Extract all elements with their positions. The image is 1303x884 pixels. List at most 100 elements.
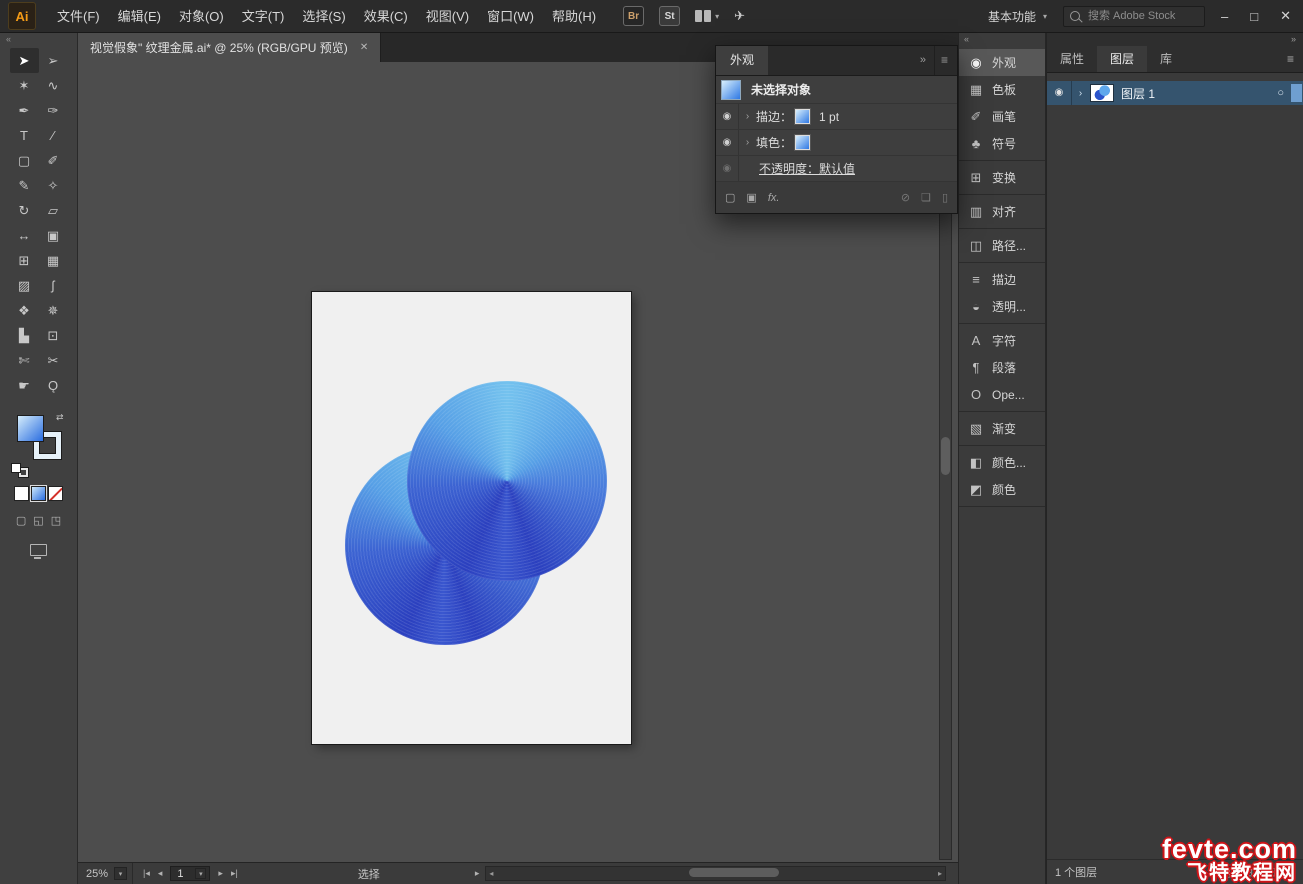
appearance-tab[interactable]: 外观	[716, 46, 768, 75]
expand-layer-icon[interactable]: ›	[1072, 88, 1089, 99]
bridge-icon[interactable]: Br	[623, 6, 644, 26]
column-graph-tool[interactable]: ▙	[10, 323, 39, 348]
menu-view[interactable]: 视图(V)	[417, 0, 478, 33]
default-fill-stroke-icon[interactable]	[12, 464, 28, 477]
horizontal-scroll-thumb[interactable]	[689, 868, 779, 877]
panel-strip-item-swatches[interactable]: ▦ 色板	[959, 76, 1045, 103]
opacity-eye-icon[interactable]: ◉	[716, 156, 739, 181]
lasso-tool[interactable]: ∿	[39, 73, 68, 98]
screen-mode-button[interactable]	[0, 543, 77, 561]
search-input[interactable]	[1086, 9, 1198, 23]
panel-menu-icon[interactable]: ≡	[934, 46, 957, 75]
panel-strip-item-symbols[interactable]: ♣ 符号	[959, 130, 1045, 157]
panel-menu-icon[interactable]: ≡	[1278, 46, 1303, 72]
horizontal-scrollbar[interactable]: ◂ ▸	[485, 866, 946, 881]
panel-strip-item-pathfinder[interactable]: ◫ 路径...	[959, 232, 1045, 259]
circle-shape-upper[interactable]	[407, 381, 607, 581]
panel-collapse-icon[interactable]: »	[915, 46, 931, 75]
add-fill-icon[interactable]: ▣	[746, 191, 756, 204]
perspective-grid-tool[interactable]: ⊞	[10, 248, 39, 273]
add-stroke-icon[interactable]: ▢	[725, 191, 735, 204]
fill-row[interactable]: ◉ › 填色：	[716, 130, 957, 156]
none-button[interactable]	[49, 487, 62, 500]
panel-strip-item-character[interactable]: A 字符	[959, 327, 1045, 354]
share-icon[interactable]: ✈	[734, 8, 745, 24]
fill-disclosure-icon[interactable]: ›	[739, 137, 756, 148]
fill-stroke-control[interactable]: ⇄	[16, 414, 62, 460]
opacity-row[interactable]: ◉ 不透明度：默认值	[716, 156, 957, 182]
visibility-eye-icon[interactable]: ◉	[1047, 81, 1072, 105]
slice-tool[interactable]: ✄	[10, 348, 39, 373]
panel-strip-item-paragraph[interactable]: ¶ 段落	[959, 354, 1045, 381]
panel-strip-item-brushes[interactable]: ✐ 画笔	[959, 103, 1045, 130]
scissors-tool[interactable]: ✂	[39, 348, 68, 373]
menu-edit[interactable]: 编辑(E)	[109, 0, 170, 33]
zoom-tool[interactable]: Ǫ	[39, 373, 68, 398]
next-artboard-button[interactable]: ▸	[218, 868, 223, 879]
tab-close-icon[interactable]: ✕	[360, 42, 368, 53]
panel-strip-item-appearance[interactable]: ◉ 外观	[959, 49, 1045, 76]
menu-type[interactable]: 文字(T)	[233, 0, 294, 33]
stroke-label[interactable]: 描边：	[756, 108, 792, 125]
layer-target-icon[interactable]: ○	[1277, 87, 1284, 99]
tab-properties[interactable]: 属性	[1047, 46, 1097, 72]
paintbrush-tool[interactable]: ✐	[39, 148, 68, 173]
line-segment-tool[interactable]: ∕	[39, 123, 68, 148]
dock-expand-icon[interactable]: »	[1047, 33, 1303, 46]
direct-selection-tool[interactable]: ➢	[39, 48, 68, 73]
menu-effect[interactable]: 效果(C)	[355, 0, 417, 33]
gradient-tool[interactable]: ▨	[10, 273, 39, 298]
stock-icon[interactable]: St	[659, 6, 680, 26]
magic-wand-tool[interactable]: ✶	[10, 73, 39, 98]
blend-tool[interactable]: ❖	[10, 298, 39, 323]
first-artboard-button[interactable]: |◂	[143, 868, 150, 879]
draw-inside-icon[interactable]: ◳	[51, 514, 61, 527]
delete-item-icon[interactable]: ▯	[942, 191, 948, 204]
swap-fill-stroke-icon[interactable]: ⇄	[56, 412, 64, 423]
panel-strip-item-color[interactable]: ◩ 颜色	[959, 476, 1045, 503]
panel-strip-item-transform[interactable]: ⊞ 变换	[959, 164, 1045, 191]
width-tool[interactable]: ↔	[10, 223, 39, 248]
workspace-switcher[interactable]: 基本功能 ▾	[988, 8, 1047, 25]
fill-color-swatch[interactable]	[796, 136, 809, 149]
document-tab[interactable]: 视觉假象" 纹理金属.ai* @ 25% (RGB/GPU 预览) ✕	[78, 33, 381, 62]
toolbar-collapse-icon[interactable]: «	[0, 33, 77, 46]
symbol-sprayer-tool[interactable]: ✵	[39, 298, 68, 323]
color-button[interactable]	[15, 487, 28, 500]
menu-help[interactable]: 帮助(H)	[543, 0, 605, 33]
dock-collapse-icon[interactable]: «	[959, 33, 1045, 46]
type-tool[interactable]: T	[10, 123, 39, 148]
stroke-disclosure-icon[interactable]: ›	[739, 111, 756, 122]
layer-thumbnail[interactable]	[1091, 85, 1113, 101]
fill-well[interactable]	[18, 416, 43, 441]
stroke-color-swatch[interactable]	[796, 110, 809, 123]
panel-strip-item-gradient[interactable]: ▧ 渐变	[959, 415, 1045, 442]
menu-window[interactable]: 窗口(W)	[478, 0, 543, 33]
stock-search-box[interactable]	[1063, 6, 1205, 27]
panel-strip-item-transparency[interactable]: ◒ 透明...	[959, 293, 1045, 320]
stroke-row[interactable]: ◉ › 描边： 1 pt	[716, 104, 957, 130]
tab-layers[interactable]: 图层	[1097, 46, 1147, 72]
eyedropper-tool[interactable]: ʃ	[39, 273, 68, 298]
artboard-tool[interactable]: ⊡	[39, 323, 68, 348]
menu-file[interactable]: 文件(F)	[48, 0, 109, 33]
panel-strip-item-align[interactable]: ▥ 对齐	[959, 198, 1045, 225]
gradient-button[interactable]	[32, 487, 45, 500]
mesh-tool[interactable]: ▦	[39, 248, 68, 273]
opacity-link[interactable]: 不透明度：默认值	[759, 160, 855, 177]
panel-strip-item-color-guide[interactable]: ◧ 颜色...	[959, 449, 1045, 476]
rotate-tool[interactable]: ↻	[10, 198, 39, 223]
pencil-tool[interactable]: ✎	[10, 173, 39, 198]
fill-label[interactable]: 填色：	[756, 134, 792, 151]
shaper-tool[interactable]: ✧	[39, 173, 68, 198]
maximize-button[interactable]: □	[1250, 9, 1258, 24]
artboard-number-field[interactable]: 1 ▾	[170, 866, 210, 881]
layer-row[interactable]: ◉ › 图层 1 ○	[1047, 81, 1303, 105]
menu-select[interactable]: 选择(S)	[293, 0, 354, 33]
layer-name[interactable]: 图层 1	[1121, 85, 1155, 102]
duplicate-item-icon[interactable]: ❏	[921, 191, 931, 204]
fill-visibility-eye-icon[interactable]: ◉	[716, 130, 739, 155]
draw-behind-icon[interactable]: ◱	[33, 514, 43, 527]
prev-artboard-button[interactable]: ◂	[158, 868, 163, 879]
close-button[interactable]: ✕	[1280, 8, 1291, 24]
